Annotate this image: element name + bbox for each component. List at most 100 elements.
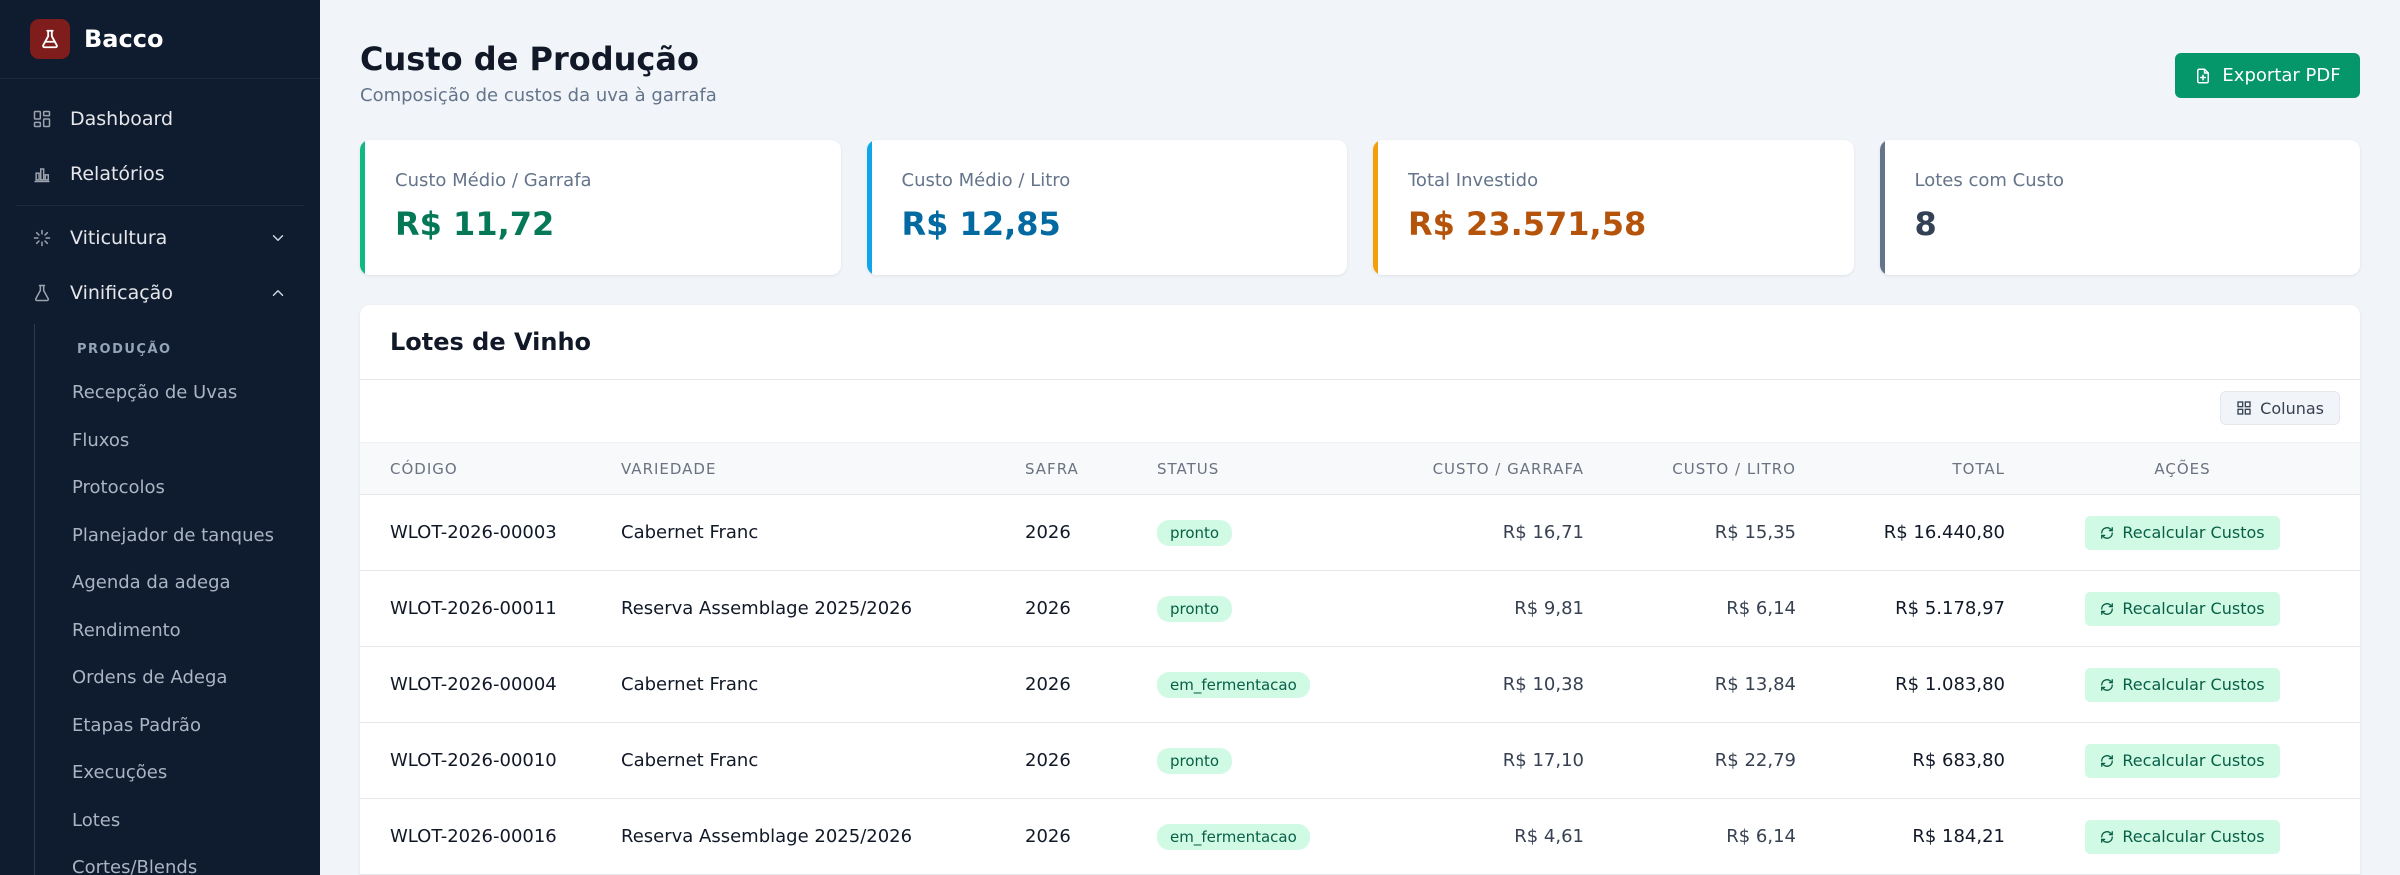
status-badge: pronto	[1157, 595, 1233, 622]
card-value: 8	[1914, 205, 1937, 243]
sidebar-item-dashboard[interactable]: Dashboard	[0, 91, 320, 146]
brand-name: Bacco	[84, 25, 164, 53]
page-title: Custo de Produção	[360, 40, 699, 78]
recalcular-custos-label: Recalcular Custos	[2122, 675, 2265, 694]
recalcular-custos-button[interactable]: Recalcular Custos	[2085, 743, 2280, 778]
column-header-acoes: AÇÕES	[2005, 442, 2360, 495]
sidebar-item-lotes[interactable]: Lotes	[35, 797, 320, 845]
cell-acoes: Recalcular Custos	[2005, 646, 2360, 723]
recalcular-custos-label: Recalcular Custos	[2122, 827, 2265, 846]
cell-custo-garrafa: R$ 9,81	[1357, 570, 1584, 647]
column-header-variedade[interactable]: VARIEDADE	[621, 442, 1025, 495]
card-lotes-com-custo: Lotes com Custo 8	[1879, 140, 2360, 275]
refresh-icon	[2100, 602, 2114, 616]
chevron-up-icon	[266, 281, 290, 305]
flask-icon	[30, 19, 70, 59]
sidebar-item-planejador-de-tanques[interactable]: Planejador de tanques	[35, 512, 320, 560]
card-label: Custo Médio / Garrafa	[395, 170, 592, 191]
table-row[interactable]: WLOT-2026-00016 Reserva Assemblage 2025/2…	[360, 798, 2360, 875]
sidebar-item-cortes-blends[interactable]: Cortes/Blends	[35, 844, 320, 875]
section-header: PRODUÇÃO	[77, 342, 172, 357]
cell-status: em_fermentacao	[1157, 646, 1357, 723]
table-row[interactable]: WLOT-2026-00010 Cabernet Franc 2026 pronto R…	[360, 722, 2360, 799]
recalcular-custos-button[interactable]: Recalcular Custos	[2085, 515, 2280, 550]
cell-custo-garrafa: R$ 17,10	[1357, 722, 1584, 799]
vinificacao-submenu: PRODUÇÃO Recepção de Uvas Fluxos Protoco…	[34, 324, 320, 875]
card-custo-medio-garrafa: Custo Médio / Garrafa R$ 11,72	[360, 140, 841, 275]
cell-variedade: Reserva Assemblage 2025/2026	[621, 570, 1025, 647]
cell-variedade: Cabernet Franc	[621, 494, 1025, 571]
sidebar-group-viticultura[interactable]: Viticultura	[0, 210, 320, 265]
card-custo-medio-litro: Custo Médio / Litro R$ 12,85	[866, 140, 1347, 275]
cell-custo-litro: R$ 6,14	[1584, 798, 1796, 875]
status-badge: pronto	[1157, 747, 1233, 774]
sidebar-item-recepcao-de-uvas[interactable]: Recepção de Uvas	[35, 369, 320, 417]
cell-total: R$ 16.440,80	[1796, 494, 2005, 571]
sidebar-item-relatorios[interactable]: Relatórios	[0, 146, 320, 201]
sidebar-group-vinificacao[interactable]: Vinificação	[0, 265, 320, 320]
cell-custo-garrafa: R$ 4,61	[1357, 798, 1584, 875]
recalcular-custos-button[interactable]: Recalcular Custos	[2085, 667, 2280, 702]
card-value: R$ 23.571,58	[1408, 205, 1647, 243]
column-header-status[interactable]: STATUS	[1157, 442, 1357, 495]
sidebar-item-etapas-padrao[interactable]: Etapas Padrão	[35, 702, 320, 750]
cell-safra: 2026	[1025, 494, 1157, 571]
recalcular-custos-label: Recalcular Custos	[2122, 523, 2265, 542]
export-pdf-label: Exportar PDF	[2222, 65, 2341, 86]
refresh-icon	[2100, 754, 2114, 768]
refresh-icon	[2100, 830, 2114, 844]
cell-acoes: Recalcular Custos	[2005, 722, 2360, 799]
sidebar-item-label: Dashboard	[70, 107, 174, 130]
card-value: R$ 12,85	[901, 205, 1061, 243]
status-badge: pronto	[1157, 519, 1233, 546]
cell-status: pronto	[1157, 570, 1357, 647]
sidebar-item-ordens-de-adega[interactable]: Ordens de Adega	[35, 654, 320, 702]
lotes-table: CÓDIGO VARIEDADE SAFRA STATUS CUSTO / GA…	[360, 442, 2360, 875]
cell-variedade: Reserva Assemblage 2025/2026	[621, 798, 1025, 875]
table-row[interactable]: WLOT-2026-00004 Cabernet Franc 2026 em_ferm…	[360, 646, 2360, 723]
panel-header: Lotes de Vinho	[360, 305, 2360, 380]
table-row[interactable]: WLOT-2026-00003 Cabernet Franc 2026 pronto R…	[360, 494, 2360, 571]
column-header-total[interactable]: TOTAL	[1796, 442, 2005, 495]
recalcular-custos-button[interactable]: Recalcular Custos	[2085, 591, 2280, 626]
columns-button[interactable]: Colunas	[2220, 391, 2340, 425]
card-label: Lotes com Custo	[1914, 170, 2065, 191]
sidebar-item-execucoes[interactable]: Execuções	[35, 749, 320, 797]
cell-custo-garrafa: R$ 10,38	[1357, 646, 1584, 723]
cell-total: R$ 683,80	[1796, 722, 2005, 799]
cell-total: R$ 5.178,97	[1796, 570, 2005, 647]
summary-cards: Custo Médio / Garrafa R$ 11,72 Custo Méd…	[360, 140, 2360, 275]
cell-status: pronto	[1157, 494, 1357, 571]
column-header-custo-litro[interactable]: CUSTO / LITRO	[1584, 442, 1796, 495]
sidebar-item-rendimento[interactable]: Rendimento	[35, 607, 320, 655]
cell-codigo: WLOT-2026-00011	[360, 570, 621, 647]
sidebar-nav: Dashboard Relatórios Viticultura Vinific…	[0, 79, 320, 875]
cell-custo-litro: R$ 6,14	[1584, 570, 1796, 647]
cell-codigo: WLOT-2026-00003	[360, 494, 621, 571]
cell-variedade: Cabernet Franc	[621, 722, 1025, 799]
brand[interactable]: Bacco	[0, 0, 320, 79]
table-row[interactable]: WLOT-2026-00011 Reserva Assemblage 2025/2…	[360, 570, 2360, 647]
dashboard-icon	[30, 107, 54, 131]
table-toolbar: Colunas	[360, 380, 2360, 442]
export-pdf-button[interactable]: Exportar PDF	[2175, 53, 2360, 98]
grid-icon	[2236, 400, 2252, 416]
cell-safra: 2026	[1025, 646, 1157, 723]
main-content: Custo de Produção Composição de custos d…	[320, 0, 2400, 875]
recalcular-custos-button[interactable]: Recalcular Custos	[2085, 819, 2280, 854]
sidebar-item-protocolos[interactable]: Protocolos	[35, 464, 320, 512]
column-header-custo-garrafa[interactable]: CUSTO / GARRAFA	[1357, 442, 1584, 495]
cell-codigo: WLOT-2026-00010	[360, 722, 621, 799]
sidebar-item-label: Relatórios	[70, 162, 165, 185]
column-header-codigo[interactable]: CÓDIGO	[360, 442, 621, 495]
sidebar-item-fluxos[interactable]: Fluxos	[35, 417, 320, 465]
column-header-safra[interactable]: SAFRA	[1025, 442, 1157, 495]
cell-total: R$ 1.083,80	[1796, 646, 2005, 723]
cell-acoes: Recalcular Custos	[2005, 798, 2360, 875]
cell-custo-litro: R$ 22,79	[1584, 722, 1796, 799]
sidebar-item-agenda-da-adega[interactable]: Agenda da adega	[35, 559, 320, 607]
cell-codigo: WLOT-2026-00016	[360, 798, 621, 875]
sidebar-item-label: Viticultura	[70, 226, 168, 249]
cell-custo-litro: R$ 15,35	[1584, 494, 1796, 571]
card-value: R$ 11,72	[395, 205, 555, 243]
